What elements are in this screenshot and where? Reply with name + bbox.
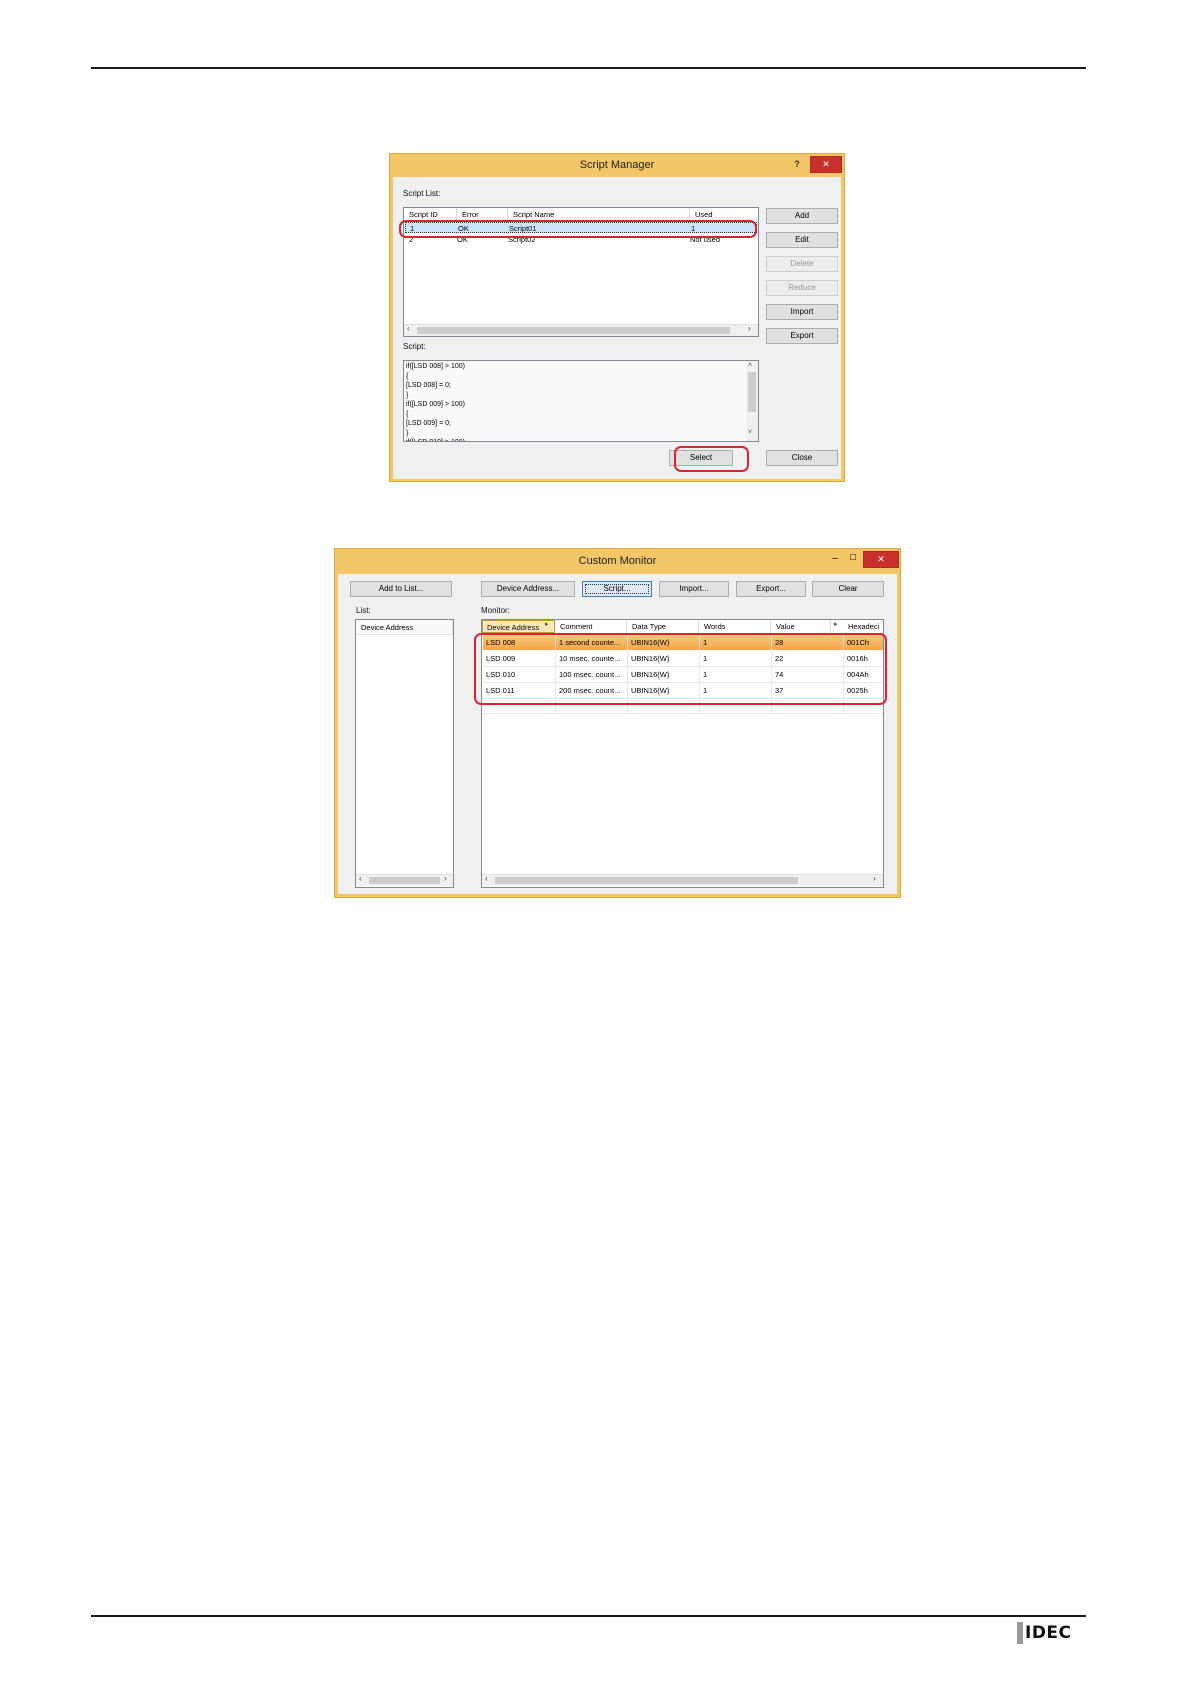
scroll-thumb[interactable] [369,877,440,884]
script-line: [LSD 008] = 0; [406,382,451,389]
export-button[interactable]: Export... [736,581,806,597]
list-label: List: [356,606,371,615]
scroll-right-icon[interactable]: › [444,874,447,883]
maximize-button[interactable]: □ [845,551,861,567]
clear-button[interactable]: Clear [812,581,884,597]
column-expand-icon[interactable]: ▸ [545,620,549,628]
custom-monitor-client: Add to List... Device Address... Script.… [338,574,897,894]
top-rule [91,67,1086,69]
script-list-hscrollbar[interactable]: ‹ › [404,324,758,336]
script-text-area[interactable]: if([LSD 008] > 100){[LSD 008] = 0;} if([L… [403,360,759,442]
edit-button[interactable]: Edit [766,232,838,248]
scroll-left-icon[interactable]: ‹ [407,324,410,333]
minimize-button[interactable]: – [827,552,843,568]
highlight-selected-script [399,220,757,238]
logo-text: IDEC [1025,1623,1072,1643]
script-line: { [406,410,409,418]
focus-indicator [585,584,649,594]
column-header-data-type[interactable]: Data Type [627,620,699,633]
delete-button[interactable]: Delete [766,256,838,272]
scroll-right-icon[interactable]: › [873,874,876,883]
column-header-comment[interactable]: Comment [555,620,627,633]
column-expand-icon[interactable]: ▸ [834,620,838,628]
highlight-select-button [674,446,749,472]
reduce-button[interactable]: Reduce [766,280,838,296]
list-header-device-address[interactable]: Device Address [356,620,453,635]
close-window-button[interactable]: ✕ [863,551,899,568]
scroll-thumb[interactable] [417,327,730,334]
monitor-label: Monitor: [481,606,510,615]
import-button[interactable]: Import [766,304,838,320]
column-header-label: Device Address [487,623,540,632]
script-lines: if([LSD 008] > 100){[LSD 008] = 0;} if([L… [406,362,731,441]
scroll-thumb[interactable] [495,877,798,884]
scroll-left-icon[interactable]: ‹ [485,874,488,883]
custom-monitor-title: Custom Monitor [578,555,657,567]
script-line: } [406,429,409,437]
script-label: Script: [403,342,426,351]
logo-mark [1017,1622,1023,1644]
script-line: [LSD 009] = 0; [406,420,451,427]
add-button[interactable]: Add [766,208,838,224]
script-line: if([LSD 010] > 100) [406,438,731,441]
import-button[interactable]: Import... [659,581,729,597]
script-list-label: Script List: [403,189,441,198]
close-window-button[interactable]: ✕ [810,156,842,173]
scroll-thumb[interactable] [748,372,756,412]
column-header-words[interactable]: Words [699,620,771,633]
script-manager-window: Script Manager ? ✕ Script List: Script I… [389,153,845,482]
device-list: Device Address ‹ › [355,619,454,888]
list-hscrollbar[interactable]: ‹ › [356,874,453,886]
script-line: if([LSD 008] > 100) [406,363,465,370]
close-button[interactable]: Close [766,450,838,466]
script-line: if([LSD 009] > 100) [406,401,465,408]
script-line: { [406,372,409,380]
highlight-monitor-rows [474,633,887,705]
scroll-up-icon[interactable]: ˄ [748,362,752,369]
script-vscrollbar[interactable]: ˄ ˅ [746,361,758,441]
export-button[interactable]: Export [766,328,838,344]
script-manager-title: Script Manager [579,159,655,171]
device-address-button[interactable]: Device Address... [481,581,575,597]
monitor-hscrollbar[interactable]: ‹ › [482,874,883,886]
script-line: } [406,391,409,399]
column-header-value[interactable]: Value [771,620,831,633]
bottom-rule [91,1615,1086,1617]
help-button[interactable]: ? [788,157,806,172]
idec-logo: IDEC [1017,1622,1072,1644]
scroll-down-icon[interactable]: ˅ [748,429,752,436]
add-to-list-button[interactable]: Add to List... [350,581,452,597]
scroll-right-icon[interactable]: › [748,324,751,333]
column-header-hexadecimal[interactable]: Hexadeci [843,620,883,633]
script-button[interactable]: Script... [582,581,652,597]
custom-monitor-window: Custom Monitor – □ ✕ Add to List... Devi… [334,548,901,898]
scroll-left-icon[interactable]: ‹ [359,874,362,883]
